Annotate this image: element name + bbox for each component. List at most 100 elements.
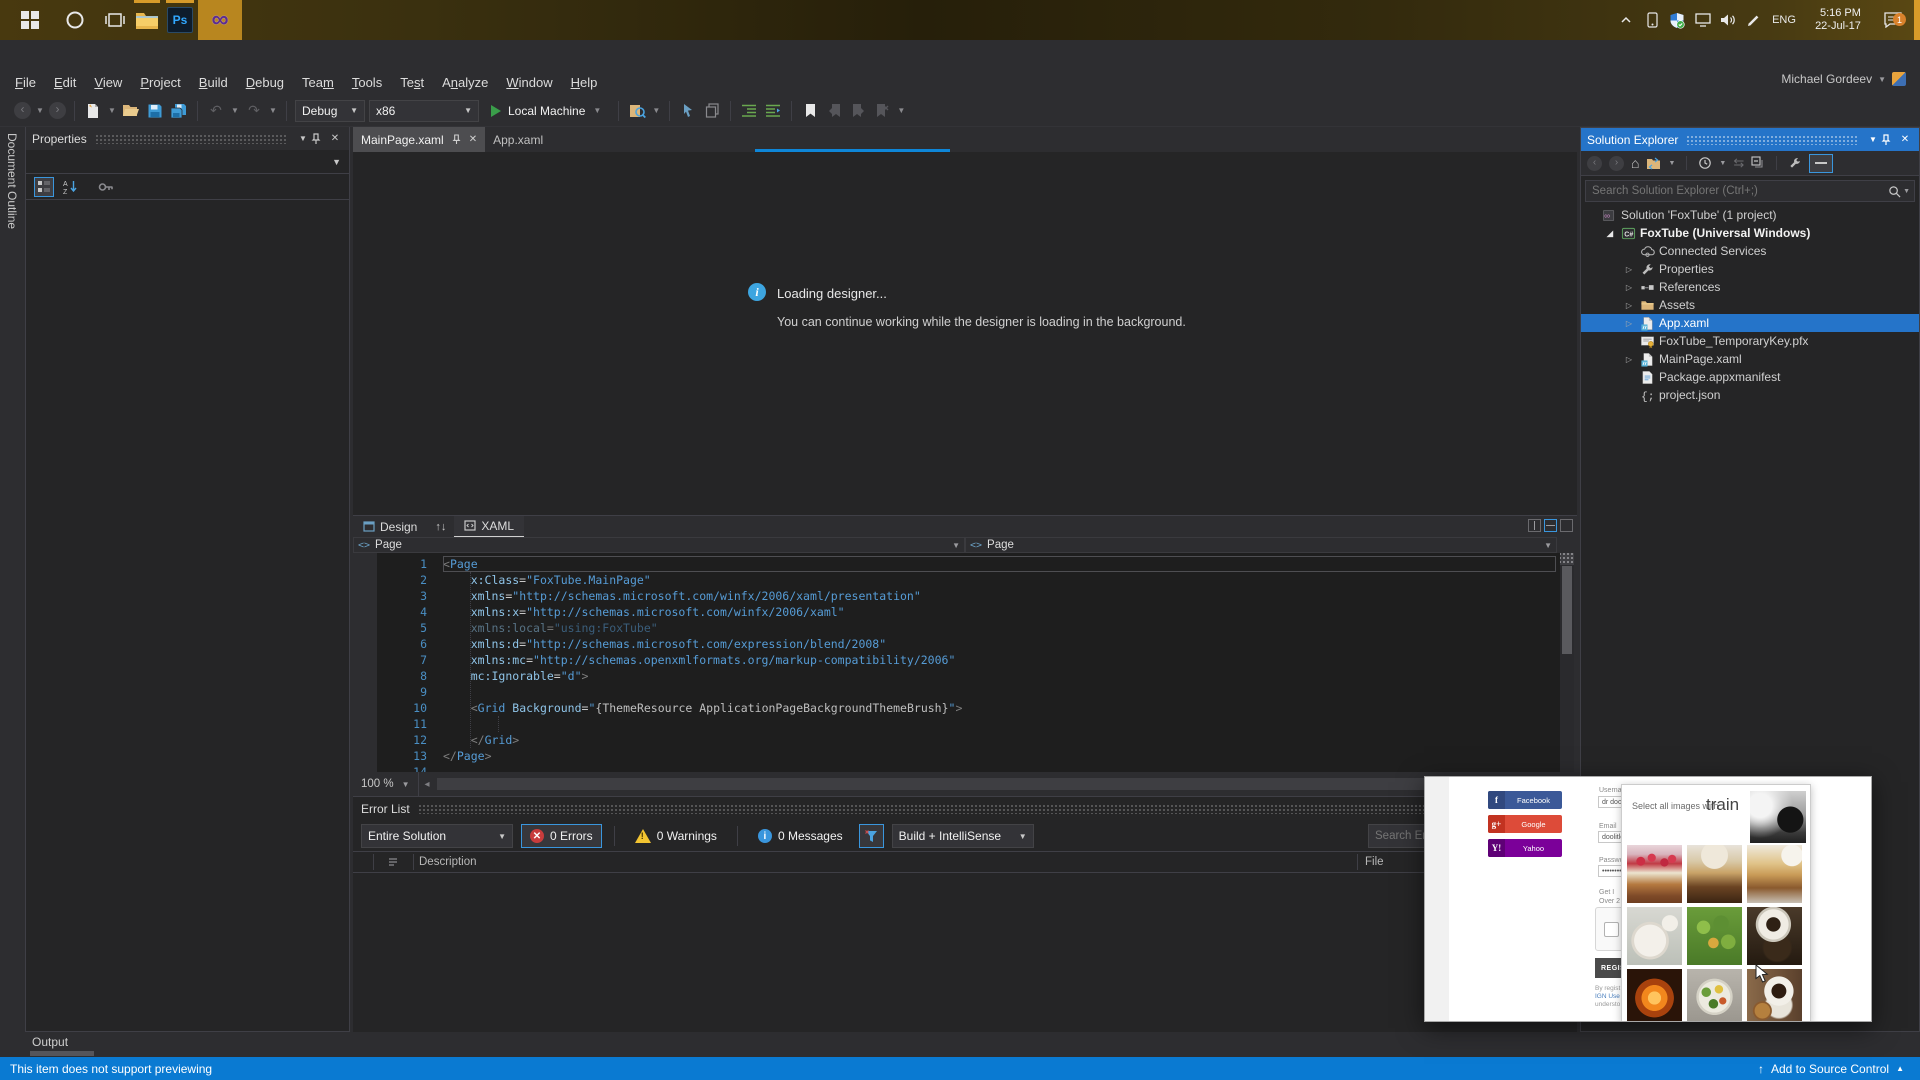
captcha-tile-salad-bowl[interactable] <box>1687 907 1742 965</box>
platform-dropdown[interactable]: x86 ▼ <box>369 99 479 122</box>
build-intellisense-dropdown[interactable]: Build + IntelliSense ▼ <box>891 824 1034 848</box>
captcha-tile-fire-bowl[interactable] <box>1627 969 1682 1021</box>
code-line-11[interactable] <box>443 716 1556 732</box>
tree-item-references[interactable]: ▷ References <box>1581 278 1919 296</box>
properties-title-bar[interactable]: Properties ▼ ✕ <box>26 127 349 150</box>
tray-security-button[interactable] <box>1666 0 1688 40</box>
code-line-5[interactable]: xmlns:local="using:FoxTube" <box>443 620 1556 636</box>
captcha-tile-pancakes[interactable] <box>1747 845 1802 903</box>
start-debugging-button[interactable]: Local Machine ▼ <box>483 104 610 118</box>
recaptcha-checkbox[interactable] <box>1604 922 1619 937</box>
home-icon[interactable]: ⌂ <box>1631 155 1639 171</box>
description-column-header[interactable]: Description <box>413 856 477 868</box>
menu-test[interactable]: Test <box>391 72 433 93</box>
collapse-all-button[interactable] <box>1751 156 1765 170</box>
back-button[interactable]: ‹ <box>1587 155 1602 171</box>
pin-icon[interactable] <box>1881 133 1897 146</box>
add-to-source-control-button[interactable]: ↑ Add to Source Control ▲ <box>1758 1062 1904 1076</box>
sync-with-active-document-button[interactable]: ⇆ <box>1733 155 1744 171</box>
legal-link[interactable]: IGN Use <box>1595 993 1620 1000</box>
captcha-tile-salad-plate[interactable] <box>1687 969 1742 1021</box>
user-account-menu[interactable]: Michael Gordeev ▼ <box>1781 72 1906 86</box>
start-button[interactable] <box>10 0 50 40</box>
collapse-pane-button[interactable] <box>1560 519 1573 532</box>
decrease-indent-button[interactable] <box>739 101 759 121</box>
increase-indent-button[interactable] <box>763 101 783 121</box>
solution-explorer-title-bar[interactable]: Solution Explorer ▼ ✕ <box>1581 128 1919 151</box>
tray-chevron-button[interactable] <box>1616 0 1636 40</box>
close-icon[interactable]: ✕ <box>327 133 343 144</box>
redo-button[interactable]: ↷ <box>244 101 264 121</box>
action-center-button[interactable]: 1 <box>1876 0 1910 40</box>
swap-panes-icon[interactable]: ↑↓ <box>427 521 454 533</box>
save-all-button[interactable] <box>169 101 189 121</box>
properties-wrench-button[interactable] <box>1788 156 1802 170</box>
scroll-left-icon[interactable]: ◂ <box>419 779 430 790</box>
severity-column-icon[interactable] <box>373 857 413 867</box>
breakpoint-margin[interactable] <box>353 553 377 772</box>
output-tab[interactable]: Output <box>32 1035 68 1049</box>
code-line-10[interactable]: <Grid Background="{ThemeResource Applica… <box>443 700 1556 716</box>
code-line-12[interactable]: </Grid> <box>443 732 1556 748</box>
show-desktop-button[interactable] <box>1914 0 1920 40</box>
captcha-tile-breakfast[interactable] <box>1627 907 1682 965</box>
expander-icon[interactable]: ▷ <box>1623 283 1635 292</box>
warnings-filter-button[interactable]: 0 Warnings <box>627 824 725 848</box>
close-icon[interactable]: ✕ <box>469 134 477 145</box>
menu-view[interactable]: View <box>85 72 131 93</box>
solution-explorer-search[interactable]: ▼ <box>1585 180 1915 202</box>
tray-pen-button[interactable] <box>1742 0 1764 40</box>
switch-views-button[interactable] <box>1646 157 1661 170</box>
expander-icon[interactable]: ▷ <box>1623 355 1635 364</box>
facebook-login-button[interactable]: f Facebook <box>1488 791 1562 809</box>
captcha-tile-pudding[interactable] <box>1687 845 1742 903</box>
tree-item-properties[interactable]: ▷ Properties <box>1581 260 1919 278</box>
tab-mainpage-xaml[interactable]: MainPage.xaml ✕ <box>353 127 486 152</box>
toggle-bookmark-button[interactable] <box>800 101 820 121</box>
code-line-9[interactable] <box>443 684 1556 700</box>
code-line-6[interactable]: xmlns:d="http://schemas.microsoft.com/ex… <box>443 636 1556 652</box>
preview-selected-items-toggle[interactable] <box>1809 153 1834 173</box>
new-project-button[interactable] <box>83 101 103 121</box>
close-icon[interactable]: ✕ <box>1897 134 1913 145</box>
document-outline-tab[interactable]: Document Outline <box>0 127 25 1032</box>
tray-network-button[interactable] <box>1692 0 1714 40</box>
menu-team[interactable]: Team <box>293 72 343 93</box>
menu-build[interactable]: Build <box>190 72 237 93</box>
code-line-13[interactable]: </Page> <box>443 748 1556 764</box>
scrollbar-thumb[interactable] <box>1562 566 1572 654</box>
code-line-3[interactable]: xmlns="http://schemas.microsoft.com/winf… <box>443 588 1556 604</box>
editor-horizontal-scrollbar[interactable] <box>437 778 1537 790</box>
file-column-header[interactable]: File <box>1365 856 1384 868</box>
pin-icon[interactable] <box>311 132 327 145</box>
expander-icon[interactable]: ▷ <box>1623 301 1635 310</box>
tree-item-foxtube-universal-windows[interactable]: ◢ C# FoxTube (Universal Windows) <box>1581 224 1919 242</box>
tree-item-package-appxmanifest[interactable]: Package.appxmanifest <box>1581 368 1919 386</box>
menu-edit[interactable]: Edit <box>45 72 85 93</box>
horizontal-split-button[interactable] <box>1544 519 1557 532</box>
xaml-view-tab[interactable]: XAML <box>454 515 525 538</box>
expander-icon[interactable]: ▷ <box>1623 319 1635 328</box>
vertical-split-button[interactable] <box>1528 519 1541 532</box>
design-view-tab[interactable]: Design <box>353 516 427 538</box>
code-line-1[interactable]: <Page <box>443 556 1556 572</box>
property-pages-button[interactable] <box>96 177 116 197</box>
open-file-button[interactable] <box>121 101 141 121</box>
xaml-designer-pane[interactable] <box>353 152 1577 515</box>
tree-item-project-json[interactable]: {;} project.json <box>1581 386 1919 404</box>
editor-zoom-dropdown[interactable]: 100 % ▼ <box>353 772 419 796</box>
find-in-files-button[interactable] <box>627 101 647 121</box>
clear-bookmarks-button[interactable] <box>872 101 892 121</box>
menu-debug[interactable]: Debug <box>237 72 293 93</box>
forward-button[interactable]: › <box>1609 155 1624 171</box>
tree-item-app-xaml[interactable]: ▷ App.xaml <box>1581 314 1919 332</box>
next-bookmark-button[interactable] <box>848 101 868 121</box>
captcha-tile-coffee-beans[interactable] <box>1747 907 1802 965</box>
navigate-to-button[interactable] <box>678 101 698 121</box>
editor-split-grip[interactable] <box>1560 553 1574 565</box>
tray-clock[interactable]: 5:16 PM 22-Jul-17 <box>1806 0 1870 40</box>
code-line-8[interactable]: mc:Ignorable="d"> <box>443 668 1556 684</box>
menu-analyze[interactable]: Analyze <box>433 72 497 93</box>
google-login-button[interactable]: g+ Google <box>1488 815 1562 833</box>
element-dropdown-right[interactable]: <> Page ▼ <box>965 537 1557 553</box>
